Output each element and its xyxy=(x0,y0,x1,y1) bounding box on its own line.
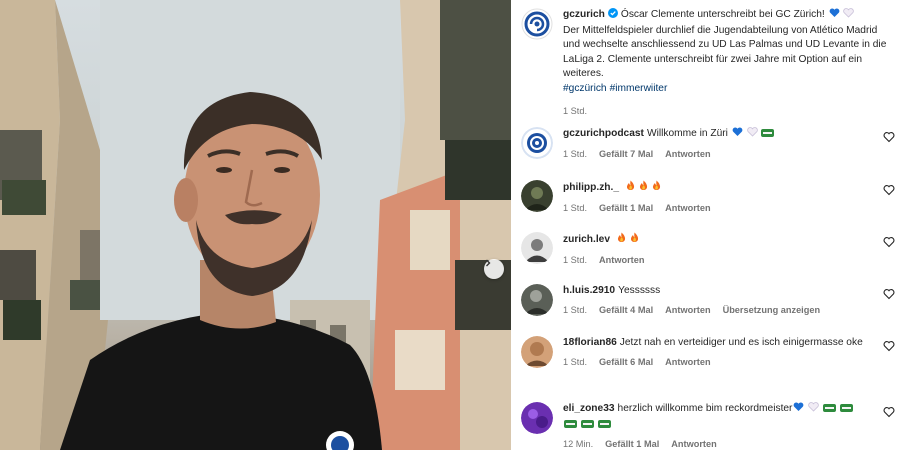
caption-text: gczurich Óscar Clemente unterschreibt bei… xyxy=(563,8,891,117)
comment-body: eli_zone33 herzlich willkomme bim reckord… xyxy=(563,402,867,450)
avatar-gczurichpodcast[interactable] xyxy=(521,127,553,159)
comment-text: Willkomme in Züri xyxy=(646,128,728,139)
comment-username[interactable]: 18florian86 xyxy=(563,337,617,348)
heart-outline-icon[interactable] xyxy=(883,184,895,196)
comment-likes[interactable]: Gefällt 1 Mal xyxy=(599,203,653,213)
verified-badge-icon xyxy=(607,8,618,18)
comment-username[interactable]: gczurichpodcast xyxy=(563,128,644,139)
avatar-photo-icon xyxy=(521,336,553,368)
white-heart-emoji xyxy=(843,8,855,24)
comment-meta: 1 Std. Gefällt 7 Mal Antworten xyxy=(563,148,867,160)
comment-username[interactable]: h.luis.2910 xyxy=(563,285,615,296)
flag-emoji xyxy=(840,403,853,418)
avatar-gczurich[interactable] xyxy=(521,8,553,40)
flag-emoji xyxy=(564,419,577,434)
fire-emoji xyxy=(630,232,639,249)
flag-emoji xyxy=(597,419,611,434)
comment-body: philipp.zh._ 1 Std. Gefällt 1 Mal Antworte… xyxy=(563,180,867,214)
fire-emoji xyxy=(626,180,635,197)
post-photo xyxy=(0,0,511,450)
gc-logo-icon xyxy=(521,8,553,40)
podcast-logo-icon xyxy=(521,127,553,159)
comment-item: eli_zone33 herzlich willkomme bim reckord… xyxy=(521,402,895,450)
white-heart-emoji xyxy=(746,127,758,143)
flag-emoji xyxy=(580,419,594,434)
heart-outline-icon[interactable] xyxy=(883,236,895,248)
avatar-zurich-lev[interactable] xyxy=(521,232,553,264)
avatar-philipp[interactable] xyxy=(521,180,553,212)
comment-likes[interactable]: Gefällt 7 Mal xyxy=(599,149,653,159)
fire-emoji xyxy=(639,180,648,197)
comment-text: Yessssss xyxy=(618,285,661,296)
comment-likes[interactable]: Gefällt 6 Mal xyxy=(599,357,653,367)
comment-meta: 1 Std. Gefällt 4 Mal Antworten Übersetzung … xyxy=(563,304,867,316)
comment-item: 18florian86 Jetzt nah en verteidiger und … xyxy=(521,336,895,390)
avatar-photo-icon xyxy=(521,402,553,434)
post-caption: gczurich Óscar Clemente unterschreibt bei… xyxy=(521,8,891,116)
comment-body: h.luis.2910 Yessssss 1 Std. Gefällt 4 Mal A… xyxy=(563,284,867,316)
comment-item: philipp.zh._ 1 Std. Gefällt 1 Mal Antworte… xyxy=(521,180,895,220)
reply-button[interactable]: Antworten xyxy=(665,203,710,213)
reply-button[interactable]: Antworten xyxy=(665,357,710,367)
comment-meta: 1 Std. Gefällt 6 Mal Antworten xyxy=(563,356,867,368)
post-photo-illustration xyxy=(0,0,511,450)
blue-heart-emoji xyxy=(793,402,804,418)
caption-username[interactable]: gczurich xyxy=(563,9,605,20)
comment-time: 1 Std. xyxy=(563,202,588,213)
caption-title: Óscar Clemente unterschreibt bei GC Züri… xyxy=(620,9,825,20)
comment-username[interactable]: eli_zone33 xyxy=(563,403,615,414)
hashtag-1[interactable]: #gczürich xyxy=(563,83,607,94)
blue-heart-emoji xyxy=(829,8,840,24)
comment-time: 1 Std. xyxy=(563,254,588,265)
white-heart-emoji xyxy=(808,402,820,418)
comment-username[interactable]: philipp.zh._ xyxy=(563,182,619,193)
avatar-18florian86[interactable] xyxy=(521,336,553,368)
flag-emoji xyxy=(823,403,837,418)
avatar-photo-icon xyxy=(521,232,553,264)
chevron-right-icon xyxy=(486,259,491,267)
next-photo-button[interactable] xyxy=(484,259,504,279)
caption-meta: 1 Std. xyxy=(563,105,891,117)
comment-meta: 1 Std. Gefällt 1 Mal Antworten xyxy=(563,202,867,214)
heart-outline-icon[interactable] xyxy=(883,131,895,143)
reply-button[interactable]: Antworten xyxy=(665,149,710,159)
avatar-photo-icon xyxy=(521,180,553,212)
comment-likes[interactable]: Gefällt 1 Mal xyxy=(605,439,659,449)
blue-heart-emoji xyxy=(732,127,743,143)
comment-item: zurich.lev 1 Std. Antworten xyxy=(521,232,895,272)
translate-button[interactable]: Übersetzung anzeigen xyxy=(723,305,821,315)
comment-body: gczurichpodcast Willkomme in Züri 1 Std. G… xyxy=(563,127,867,160)
caption-body: Der Mittelfeldspieler durchlief die Juge… xyxy=(563,24,887,80)
comment-time: 1 Std. xyxy=(563,304,588,315)
comment-body: zurich.lev 1 Std. Antworten xyxy=(563,232,867,266)
comment-time: 1 Std. xyxy=(563,356,588,367)
heart-outline-icon[interactable] xyxy=(883,406,895,418)
reply-button[interactable]: Antworten xyxy=(665,305,710,315)
comment-time: 1 Std. xyxy=(563,148,588,159)
avatar-eli-zone33[interactable] xyxy=(521,402,553,434)
heart-outline-icon[interactable] xyxy=(883,340,895,352)
comment-time: 12 Min. xyxy=(563,439,594,449)
heart-outline-icon[interactable] xyxy=(883,288,895,300)
flag-emoji xyxy=(761,128,775,143)
comment-meta: 12 Min. Gefällt 1 Mal Antworten xyxy=(563,438,867,450)
comments-panel: gczurich Óscar Clemente unterschreibt bei… xyxy=(511,0,900,450)
fire-emoji xyxy=(652,180,661,197)
reply-button[interactable]: Antworten xyxy=(599,255,644,265)
comment-body: 18florian86 Jetzt nah en verteidiger und … xyxy=(563,336,867,368)
comment-item: h.luis.2910 Yessssss 1 Std. Gefällt 4 Mal A… xyxy=(521,284,895,324)
hashtag-2[interactable]: #immerwiiter xyxy=(610,83,668,94)
comment-text: herzlich willkomme bim reckordmeister xyxy=(617,403,793,414)
avatar-photo-icon xyxy=(521,284,553,316)
comment-username[interactable]: zurich.lev xyxy=(563,234,610,245)
reply-button[interactable]: Antworten xyxy=(671,439,716,449)
avatar-h-luis[interactable] xyxy=(521,284,553,316)
comment-likes[interactable]: Gefällt 4 Mal xyxy=(599,305,653,315)
comment-item: gczurichpodcast Willkomme in Züri 1 Std. G… xyxy=(521,127,895,167)
caption-time: 1 Std. xyxy=(563,106,588,116)
comment-meta: 1 Std. Antworten xyxy=(563,254,867,266)
comment-text: Jetzt nah en verteidiger und es isch ein… xyxy=(619,337,863,348)
fire-emoji xyxy=(617,232,626,249)
